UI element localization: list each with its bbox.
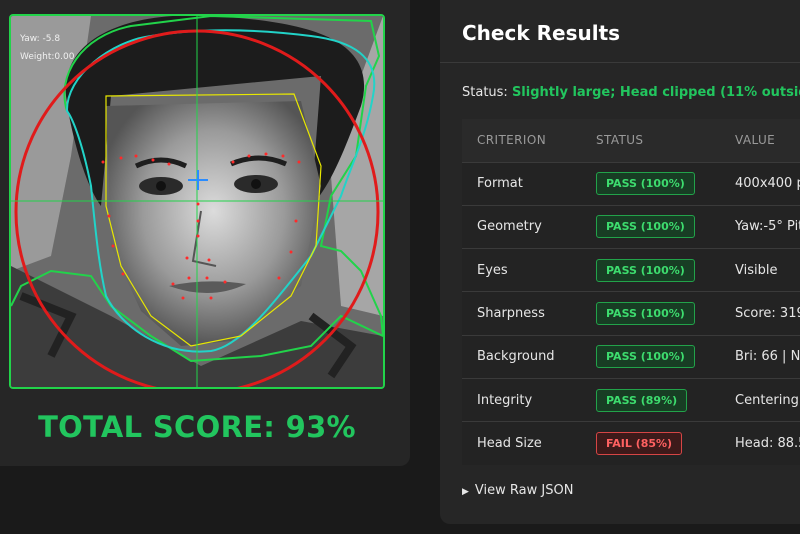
view-raw-json-toggle[interactable]: ▶ View Raw JSON bbox=[462, 483, 573, 498]
status-cell: PASS (100%) bbox=[581, 248, 720, 292]
header-value: VALUE bbox=[720, 119, 800, 162]
status-cell: PASS (100%) bbox=[581, 291, 720, 336]
criterion-cell: Background bbox=[462, 334, 581, 379]
table-row: Sharpness PASS (100%) Score: 319 bbox=[462, 291, 800, 336]
yaw-readout: Yaw: -5.8 bbox=[20, 34, 61, 44]
total-score: TOTAL SCORE: 93% bbox=[38, 410, 356, 444]
status-badge: PASS (100%) bbox=[596, 172, 695, 196]
header-status: STATUS bbox=[581, 119, 720, 162]
status-cell: PASS (89%) bbox=[581, 377, 720, 422]
table-row: Integrity PASS (89%) Centering bbox=[462, 377, 800, 422]
criterion-cell: Geometry bbox=[462, 204, 581, 249]
table-row: Geometry PASS (100%) Yaw:-5° Pitch bbox=[462, 204, 800, 249]
status-line: Status: Slightly large; Head clipped (11… bbox=[462, 85, 800, 100]
status-badge: FAIL (85%) bbox=[596, 432, 683, 456]
criterion-cell: Sharpness bbox=[462, 291, 581, 336]
check-results-panel: Check Results Status: Slightly large; He… bbox=[440, 0, 800, 524]
value-cell: Visible bbox=[720, 248, 800, 292]
status-cell: PASS (100%) bbox=[581, 204, 720, 249]
status-cell: PASS (100%) bbox=[581, 161, 720, 206]
status-cell: PASS (100%) bbox=[581, 334, 720, 379]
criterion-cell: Format bbox=[462, 161, 581, 206]
table-row: Background PASS (100%) Bri: 66 | Noise bbox=[462, 334, 800, 379]
value-cell: Bri: 66 | Noise bbox=[720, 334, 800, 379]
table-row: Eyes PASS (100%) Visible bbox=[462, 248, 800, 292]
criterion-cell: Eyes bbox=[462, 248, 581, 292]
criterion-cell: Integrity bbox=[462, 377, 581, 422]
value-cell: 400x400 px bbox=[720, 161, 800, 206]
table-header-row: CRITERION STATUS VALUE bbox=[462, 119, 800, 162]
value-cell: Score: 319 bbox=[720, 291, 800, 336]
face-photo-preview: Yaw: -5.8 Weight:0.00 bbox=[9, 14, 385, 389]
status-cell: FAIL (85%) bbox=[581, 421, 720, 466]
status-badge: PASS (100%) bbox=[596, 258, 695, 282]
table-row: Format PASS (100%) 400x400 px bbox=[462, 161, 800, 206]
value-cell: Yaw:-5° Pitch bbox=[720, 204, 800, 249]
status-badge: PASS (89%) bbox=[596, 388, 688, 412]
disclosure-triangle-icon: ▶ bbox=[462, 487, 469, 497]
results-table: CRITERION STATUS VALUE Format PASS (100%… bbox=[462, 119, 800, 466]
status-label: Status: bbox=[462, 85, 512, 100]
raw-json-label: View Raw JSON bbox=[474, 483, 574, 498]
table-row: Head Size FAIL (85%) Head: 88.5% bbox=[462, 421, 800, 466]
criterion-cell: Head Size bbox=[462, 421, 581, 466]
title-divider bbox=[440, 62, 800, 63]
header-criterion: CRITERION bbox=[462, 119, 581, 162]
status-value: Slightly large; Head clipped (11% outsid… bbox=[511, 85, 800, 100]
status-badge: PASS (100%) bbox=[596, 215, 695, 239]
weight-readout: Weight:0.00 bbox=[20, 52, 75, 62]
status-badge: PASS (100%) bbox=[596, 302, 695, 326]
face-analysis-overlay bbox=[11, 16, 383, 387]
status-badge: PASS (100%) bbox=[596, 345, 695, 369]
value-cell: Centering bbox=[720, 377, 800, 422]
value-cell: Head: 88.5% bbox=[720, 421, 800, 466]
panel-title: Check Results bbox=[462, 21, 621, 45]
